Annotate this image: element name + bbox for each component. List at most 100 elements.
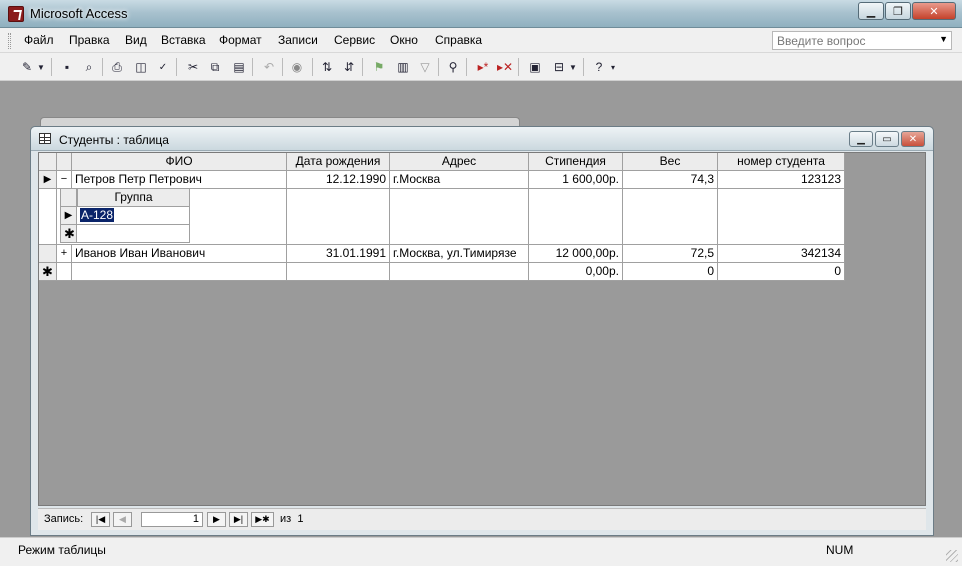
- filter-by-selection-icon[interactable]: ⚑: [370, 58, 388, 76]
- view-design-icon[interactable]: ✎: [18, 58, 36, 76]
- app-titlebar: Microsoft Access ▁ ❐ ✕: [0, 0, 962, 28]
- subdatasheet-corner[interactable]: [60, 189, 77, 207]
- column-header-fio[interactable]: ФИО: [72, 153, 287, 171]
- subdatasheet-cell-group[interactable]: А-128: [77, 207, 190, 225]
- cell-stipend[interactable]: 1 600,00р.: [529, 171, 623, 189]
- cell-stipend[interactable]: 12 000,00р.: [529, 245, 623, 263]
- menu-file[interactable]: Файл: [24, 33, 54, 47]
- menu-view[interactable]: Вид: [125, 33, 147, 47]
- new-cell-birth[interactable]: [287, 263, 390, 281]
- record-count: из 1: [280, 513, 303, 525]
- column-header-birth[interactable]: Дата рождения: [287, 153, 390, 171]
- cell-weight[interactable]: 74,3: [623, 171, 718, 189]
- undo-icon[interactable]: ↶: [260, 58, 278, 76]
- save-icon[interactable]: ▪: [58, 58, 76, 76]
- hyperlink-icon[interactable]: ◉: [288, 58, 306, 76]
- cell-fio[interactable]: Петров Петр Петрович: [72, 171, 287, 189]
- print-preview-icon[interactable]: ◫: [132, 58, 150, 76]
- child-minimize-button[interactable]: ▁: [849, 131, 873, 147]
- column-header-address[interactable]: Адрес: [390, 153, 529, 171]
- cell-fio[interactable]: Иванов Иван Иванович: [72, 245, 287, 263]
- previous-record-button[interactable]: ◀: [113, 512, 132, 527]
- select-all-corner[interactable]: [39, 153, 57, 171]
- cell-birth[interactable]: 31.01.1991: [287, 245, 390, 263]
- last-record-button[interactable]: ▶|: [229, 512, 248, 527]
- menu-edit[interactable]: Правка: [69, 33, 110, 47]
- cell-address[interactable]: г.Москва, ул.Тимирязе: [390, 245, 529, 263]
- sort-descending-icon[interactable]: ⇵: [340, 58, 358, 76]
- cut-icon[interactable]: ✂: [184, 58, 202, 76]
- print-icon[interactable]: ⎙: [108, 58, 126, 76]
- help-icon[interactable]: ?: [590, 58, 608, 76]
- ask-question-input[interactable]: Введите вопрос ▼: [772, 31, 952, 50]
- toolbar-separator: [282, 58, 283, 76]
- column-header-weight[interactable]: Вес: [623, 153, 718, 171]
- collapse-subdatasheet-icon[interactable]: −: [57, 171, 72, 189]
- access-app-icon[interactable]: [8, 6, 24, 22]
- subdatasheet: Группа ▶ А-128 ✱: [57, 189, 287, 245]
- cell-address[interactable]: г.Москва: [390, 171, 529, 189]
- new-cell-fio[interactable]: [72, 263, 287, 281]
- cell-number[interactable]: 123123: [718, 171, 845, 189]
- next-record-button[interactable]: ▶: [207, 512, 226, 527]
- database-window-icon[interactable]: ⊟: [550, 58, 568, 76]
- dropdown-arrow-icon[interactable]: ▼: [939, 34, 948, 44]
- new-record-selector-icon[interactable]: ✱: [39, 263, 57, 281]
- table-window-titlebar[interactable]: Студенты : таблица ▁ ▭ ✕: [31, 127, 933, 151]
- menubar-grip[interactable]: [8, 33, 11, 49]
- maximize-button[interactable]: ❐: [885, 2, 911, 20]
- record-selector[interactable]: [39, 245, 57, 263]
- menu-records[interactable]: Записи: [278, 33, 318, 47]
- current-record-input[interactable]: 1: [141, 512, 203, 527]
- menu-format[interactable]: Формат: [219, 33, 262, 47]
- menu-help[interactable]: Справка: [435, 33, 482, 47]
- new-cell-weight[interactable]: 0: [623, 263, 718, 281]
- sub-filler: [287, 189, 390, 245]
- delete-record-icon[interactable]: ▸✕: [496, 58, 514, 76]
- record-selector-current[interactable]: ▶: [39, 171, 57, 189]
- new-record-nav-button[interactable]: ▶✱: [251, 512, 274, 527]
- new-object-dropdown-icon[interactable]: ▼: [568, 58, 578, 76]
- toolbar-separator: [466, 58, 467, 76]
- new-cell-stipend[interactable]: 0,00р.: [529, 263, 623, 281]
- new-cell-number[interactable]: 0: [718, 263, 845, 281]
- menu-insert[interactable]: Вставка: [161, 33, 206, 47]
- apply-filter-icon[interactable]: ▽: [416, 58, 434, 76]
- column-header-number[interactable]: номер студента: [718, 153, 845, 171]
- subdatasheet-new-record-selector[interactable]: ✱: [60, 225, 77, 243]
- filter-by-form-icon[interactable]: ▥: [394, 58, 412, 76]
- toolbar-separator: [102, 58, 103, 76]
- child-maximize-button[interactable]: ▭: [875, 131, 899, 147]
- toolbar: ✎ ▼ ▪ ⌕ ⎙ ◫ ✓ ✂ ⧉ ▤ ↶ ◉ ⇅ ⇵ ⚑ ▥ ▽ ⚲ ▸* ▸…: [0, 53, 962, 81]
- new-record-icon[interactable]: ▸*: [474, 58, 492, 76]
- paste-icon[interactable]: ▤: [230, 58, 248, 76]
- properties-icon[interactable]: ▣: [526, 58, 544, 76]
- toolbar-options-icon[interactable]: ▾: [608, 58, 618, 76]
- child-close-button[interactable]: ✕: [901, 131, 925, 147]
- expand-subdatasheet-icon[interactable]: +: [57, 245, 72, 263]
- first-record-button[interactable]: |◀: [91, 512, 110, 527]
- subdatasheet-header-group[interactable]: Группа: [77, 189, 190, 207]
- expander-header: [57, 153, 72, 171]
- minimize-button[interactable]: ▁: [858, 2, 884, 20]
- spelling-icon[interactable]: ✓: [154, 58, 172, 76]
- menu-tools[interactable]: Сервис: [334, 33, 375, 47]
- ask-question-placeholder: Введите вопрос: [777, 34, 866, 48]
- find-icon[interactable]: ⚲: [444, 58, 462, 76]
- menu-window[interactable]: Окно: [390, 33, 418, 47]
- close-button[interactable]: ✕: [912, 2, 956, 20]
- view-dropdown-icon[interactable]: ▼: [36, 58, 46, 76]
- resize-grip-icon[interactable]: [946, 550, 958, 562]
- subdatasheet-record-selector[interactable]: ▶: [60, 207, 77, 225]
- datasheet: ФИО Дата рождения Адрес Стипендия Вес но…: [38, 152, 926, 506]
- cell-number[interactable]: 342134: [718, 245, 845, 263]
- sort-ascending-icon[interactable]: ⇅: [318, 58, 336, 76]
- subdatasheet-new-cell[interactable]: [77, 225, 190, 243]
- new-cell-address[interactable]: [390, 263, 529, 281]
- cell-birth[interactable]: 12.12.1990: [287, 171, 390, 189]
- record-of-label: из: [280, 513, 292, 525]
- cell-weight[interactable]: 72,5: [623, 245, 718, 263]
- copy-icon[interactable]: ⧉: [206, 58, 224, 76]
- search-file-icon[interactable]: ⌕: [80, 58, 98, 76]
- column-header-stipend[interactable]: Стипендия: [529, 153, 623, 171]
